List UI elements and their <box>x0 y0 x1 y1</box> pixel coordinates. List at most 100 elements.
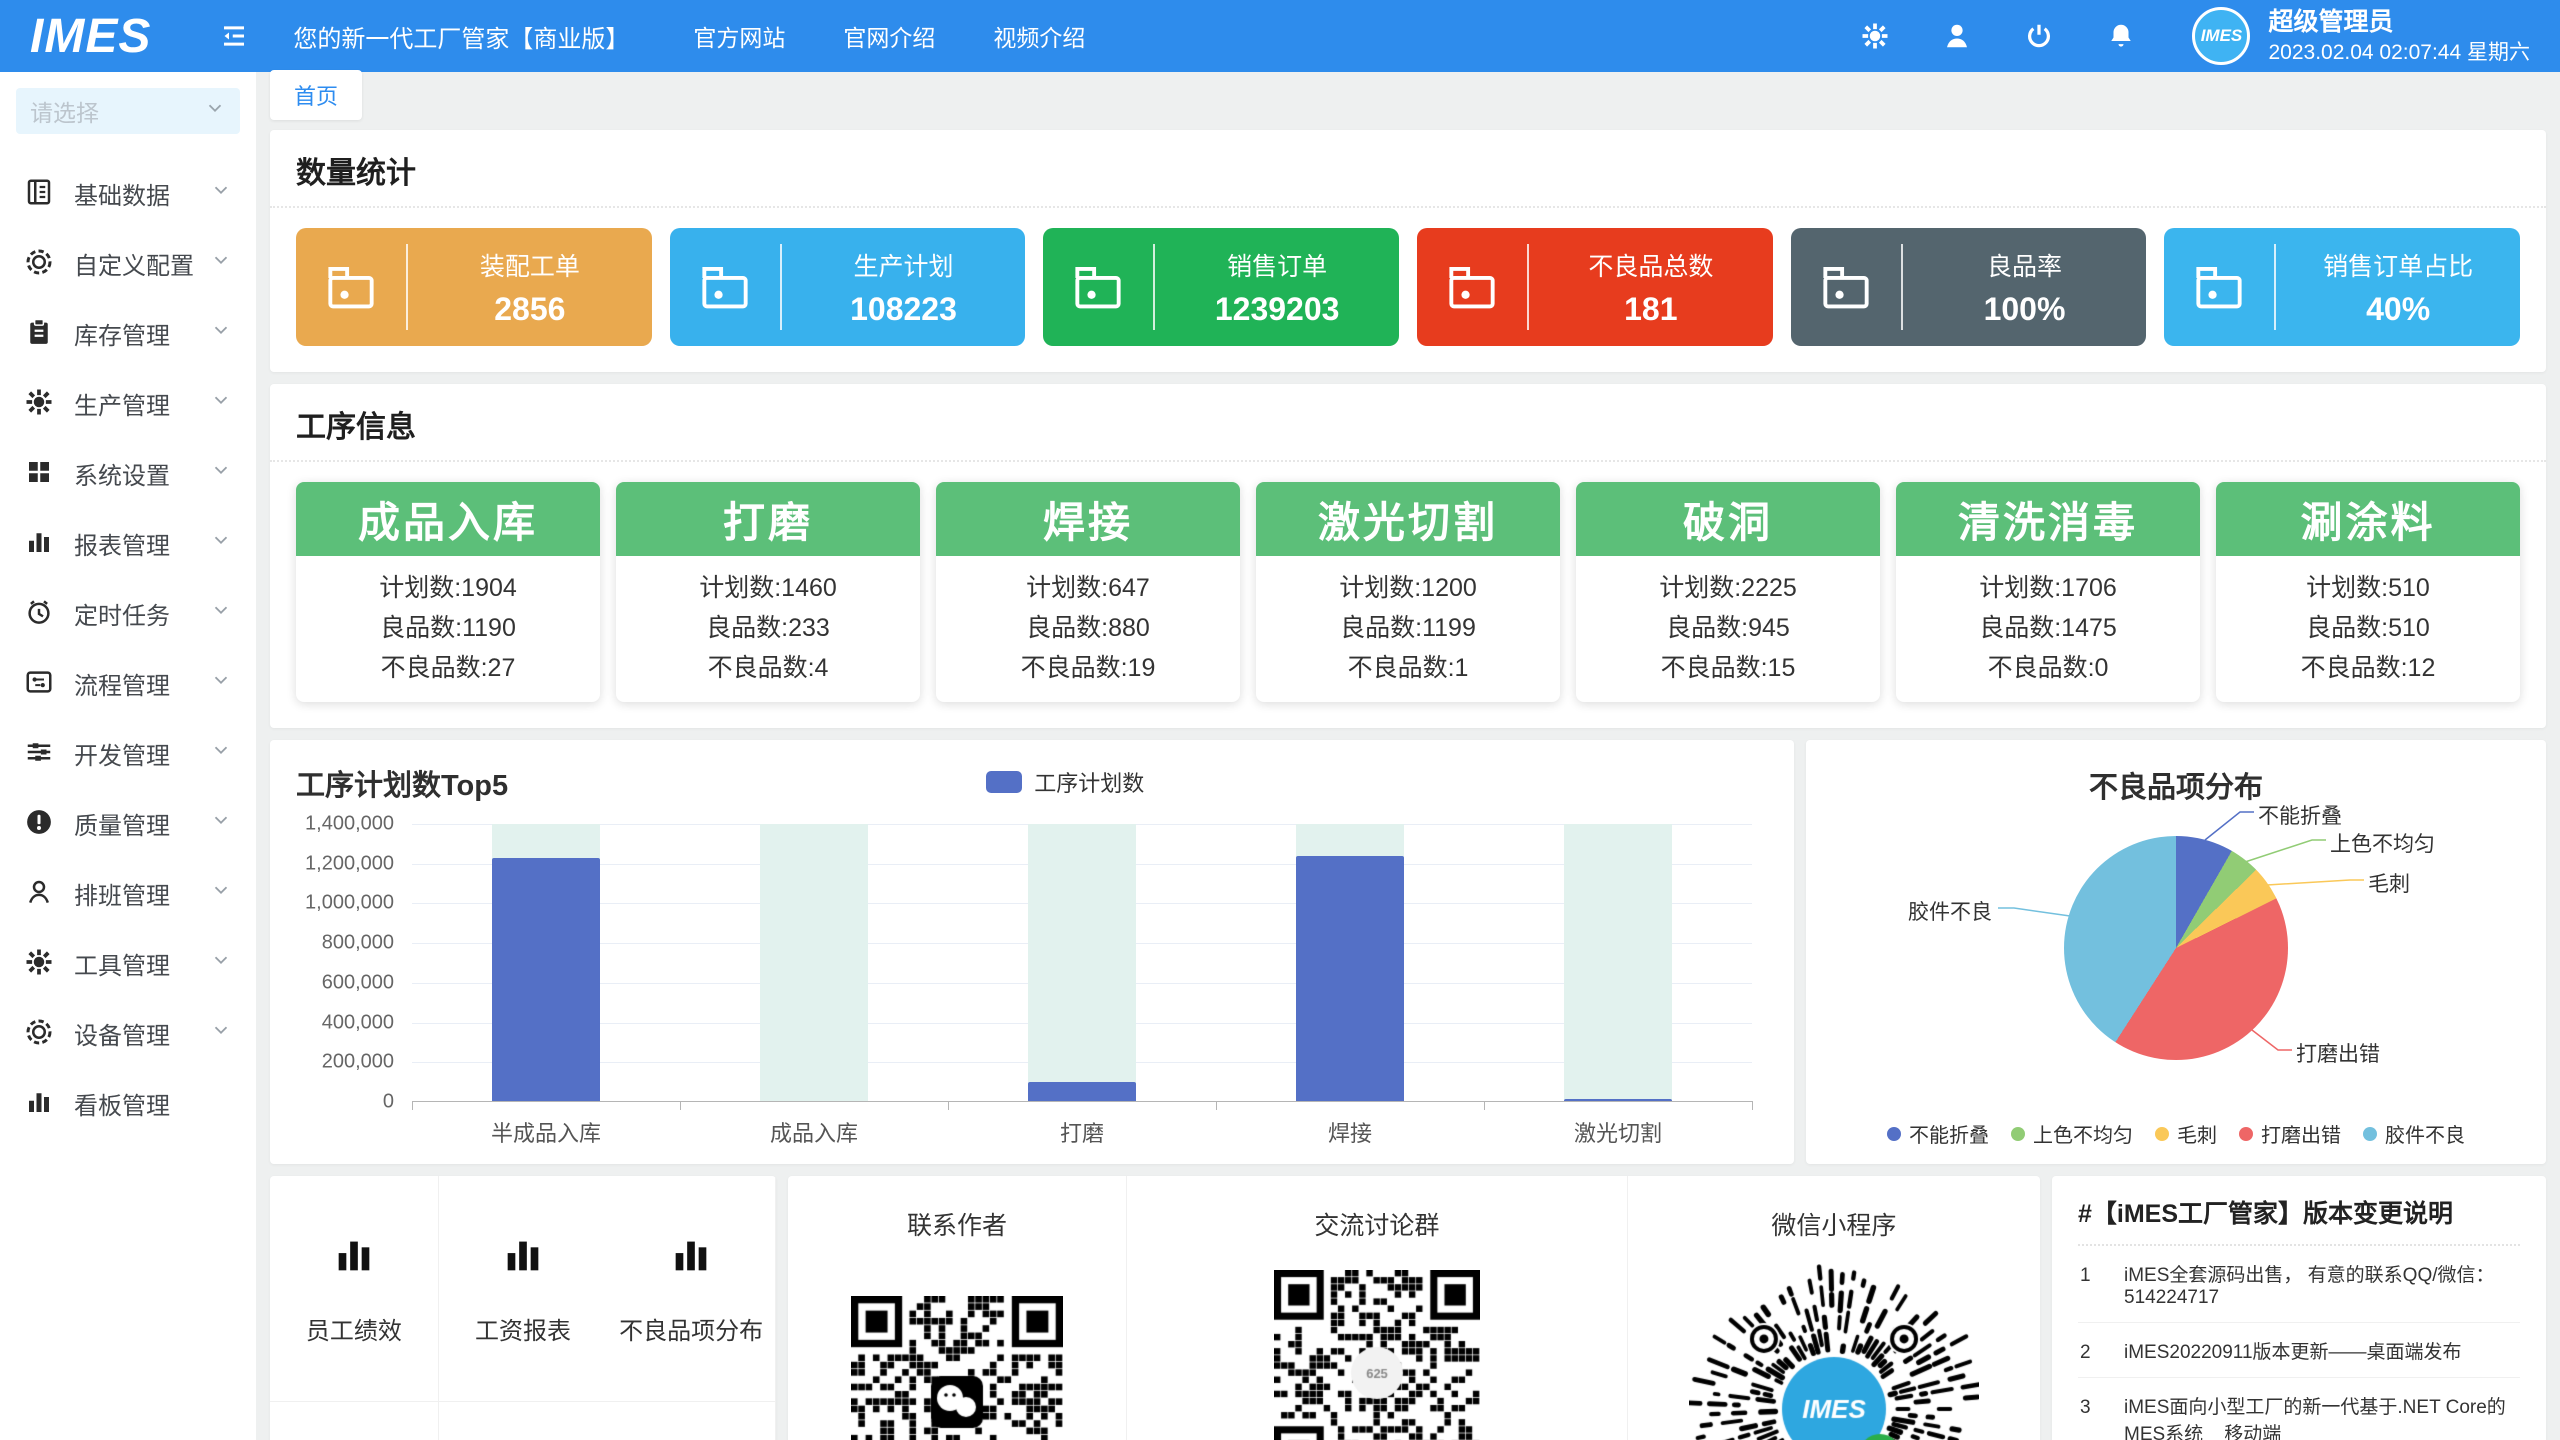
y-tick-label: 200,000 <box>322 1051 394 1074</box>
nav-link[interactable]: 官方网站 <box>693 19 785 53</box>
user-icon[interactable] <box>1940 19 1974 53</box>
sidebar-item[interactable]: 自定义配置 <box>0 228 256 298</box>
bar-半成品入库 <box>492 858 599 1102</box>
gear-icon <box>24 947 56 979</box>
sidebar-item[interactable]: 定时任务 <box>0 578 256 648</box>
top-header: IMES 您的新一代工厂管家【商业版】 官方网站官网介绍视频介绍 IMES 超级… <box>0 0 2560 72</box>
y-tick-label: 1,200,000 <box>305 852 394 875</box>
user-role: 超级管理员 <box>2268 6 2530 39</box>
legend-dot <box>2011 1127 2025 1141</box>
sidebar-item[interactable]: 开发管理 <box>0 718 256 788</box>
main-area: 首页 数量统计 装配工单 2856 <box>256 72 2560 1440</box>
bar-chart-legend[interactable]: 工序计划数 <box>986 766 1144 798</box>
report-shortcut-label: 不良品项分布 <box>619 1311 763 1346</box>
pie-slice-label: 打磨出错 <box>2296 1038 2380 1068</box>
qr-panel: 联系作者 扫一扫上面的二维码图案，加我为朋友。 交流讨论群 群名称:625博客 … <box>788 1176 2040 1440</box>
process-plan-count: 计划数:1460 <box>616 568 920 608</box>
sidebar-item[interactable]: 库存管理 <box>0 298 256 368</box>
pie-legend-label: 胶件不良 <box>2385 1119 2465 1148</box>
pie-legend-item[interactable]: 不能折叠 <box>1887 1119 1989 1148</box>
clipboard-icon <box>24 317 56 349</box>
pie-legend-item[interactable]: 胶件不良 <box>2363 1119 2465 1148</box>
gear-icon[interactable] <box>1858 19 1892 53</box>
chevron-down-icon <box>210 879 232 908</box>
stat-card[interactable]: 不良品总数 181 <box>1417 228 1773 346</box>
sidebar-item[interactable]: 生产管理 <box>0 368 256 438</box>
sidebar: 请选择 基础数据 自定义配置 库存管理 <box>0 72 256 1440</box>
user-block: 超级管理员 2023.02.04 02:07:44 星期六 <box>2268 6 2530 66</box>
stat-card-label: 销售订单占比 <box>2276 247 2520 283</box>
stat-card-value: 181 <box>1529 291 1773 328</box>
avatar[interactable]: IMES <box>2192 7 2250 65</box>
process-bad-count: 不良品数:15 <box>1576 648 1880 688</box>
x-tick-label: 激光切割 <box>1484 1116 1752 1148</box>
chevron-down-icon <box>210 739 232 768</box>
menu-fold-icon[interactable] <box>217 19 251 53</box>
pie-legend-label: 不能折叠 <box>1909 1119 1989 1148</box>
process-bad-count: 不良品数:19 <box>936 648 1240 688</box>
gear-outline-icon <box>24 247 56 279</box>
changelog-row-text: iMES全套源码出售， 有意的联系QQ/微信：514224717 <box>2124 1260 2518 1309</box>
sidebar-select[interactable]: 请选择 <box>16 88 240 134</box>
sidebar-item-label: 看板管理 <box>74 1086 210 1121</box>
process-plan-count: 计划数:510 <box>2216 568 2520 608</box>
pie-legend-item[interactable]: 上色不均匀 <box>2011 1119 2133 1148</box>
header-nav: 官方网站 官网介绍 视频介绍 <box>693 19 1085 53</box>
sidebar-item[interactable]: 报表管理 <box>0 508 256 578</box>
chevron-down-icon <box>210 529 232 558</box>
grid-icon <box>24 457 56 489</box>
sidebar-item[interactable]: 看板管理 <box>0 1068 256 1138</box>
report-shortcut[interactable]: 不良品项分布 <box>607 1176 776 1402</box>
discussion-group-section: 交流讨论群 群名称:625博客 群 号:200884994 <box>1126 1176 1627 1440</box>
tab-home[interactable]: 首页 <box>270 70 362 120</box>
sidebar-item-label: 工具管理 <box>74 946 210 981</box>
sidebar-item[interactable]: 基础数据 <box>0 158 256 228</box>
report-shortcut[interactable]: 生产报表 <box>439 1402 608 1440</box>
stat-card-label: 不良品总数 <box>1529 247 1773 283</box>
chevron-down-icon <box>210 949 232 978</box>
miniprogram-title: 微信小程序 <box>1771 1206 1896 1242</box>
report-shortcut[interactable]: 产量统计 <box>607 1402 776 1440</box>
pie-chart-panel: 不良品项分布 不能折叠上色不均匀毛刺打磨出错胶件不良 <box>1806 740 2546 1164</box>
sidebar-item[interactable]: 系统设置 <box>0 438 256 508</box>
y-tick-label: 1,000,000 <box>305 892 394 915</box>
nav-link[interactable]: 视频介绍 <box>993 19 1085 53</box>
power-icon[interactable] <box>2022 19 2056 53</box>
sidebar-item[interactable]: 流程管理 <box>0 648 256 718</box>
sidebar-item[interactable]: 排班管理 <box>0 858 256 928</box>
pie-legend: 不能折叠 上色不均匀 毛刺 <box>1806 1119 2546 1148</box>
pie-slice-label: 不能折叠 <box>2258 800 2342 830</box>
report-shortcuts-panel: 员工绩效 工资报表 不良品项分布 <box>270 1176 776 1440</box>
nav-link[interactable]: 官网介绍 <box>843 19 935 53</box>
report-shortcut[interactable]: 员工绩效 <box>270 1176 439 1402</box>
sidebar-item[interactable]: 设备管理 <box>0 998 256 1068</box>
chevron-down-icon <box>210 459 232 488</box>
report-shortcut[interactable]: 工资报表 <box>439 1176 608 1402</box>
pie-legend-item[interactable]: 毛刺 <box>2155 1119 2217 1148</box>
report-shortcut[interactable]: 不良品项汇总 <box>270 1402 439 1440</box>
stat-card[interactable]: 销售订单占比 40% <box>2164 228 2520 346</box>
stat-card[interactable]: 良品率 100% <box>1791 228 2147 346</box>
sidebar-item[interactable]: 工具管理 <box>0 928 256 998</box>
stat-card[interactable]: 装配工单 2856 <box>296 228 652 346</box>
x-tick-label: 成品入库 <box>680 1116 948 1148</box>
stat-card[interactable]: 销售订单 1239203 <box>1043 228 1399 346</box>
sidebar-item-label: 质量管理 <box>74 806 210 841</box>
header-right: IMES 超级管理员 2023.02.04 02:07:44 星期六 <box>1858 6 2530 66</box>
process-card: 涮涂料 计划数:510 良品数:510 不良品数:12 <box>2216 482 2520 702</box>
process-cards: 成品入库 计划数:1904 良品数:1190 不良品数:27 打磨 计划数:14 <box>270 462 2546 728</box>
bell-icon[interactable] <box>2104 19 2138 53</box>
pie-legend-item[interactable]: 打磨出错 <box>2239 1119 2341 1148</box>
stat-card-value: 108223 <box>782 291 1026 328</box>
stat-card[interactable]: 生产计划 108223 <box>670 228 1026 346</box>
process-plan-count: 计划数:2225 <box>1576 568 1880 608</box>
app-logo: IMES <box>30 9 151 64</box>
sidebar-item[interactable]: 质量管理 <box>0 788 256 858</box>
pie-slice-label: 上色不均匀 <box>2330 828 2435 858</box>
miniprogram-section: 微信小程序 <box>1627 1176 2040 1440</box>
chevron-down-icon <box>204 97 226 125</box>
flow-icon <box>24 667 56 699</box>
pie-legend-label: 上色不均匀 <box>2033 1119 2133 1148</box>
gear-outline-icon <box>24 1017 56 1049</box>
sliders-icon <box>24 737 56 769</box>
